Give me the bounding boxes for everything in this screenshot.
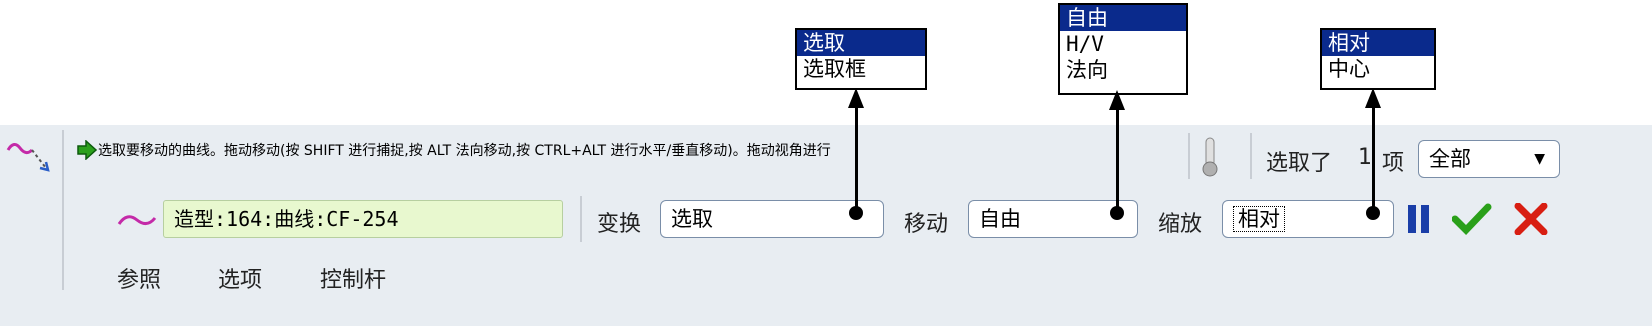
cancel-button[interactable] bbox=[1514, 202, 1548, 239]
callout-dot bbox=[1110, 206, 1124, 220]
selected-label: 选取了 bbox=[1266, 151, 1333, 176]
status-message: 选取要移动的曲线。拖动移动(按 SHIFT 进行捕捉,按 ALT 法向移动,按 … bbox=[98, 143, 831, 159]
transform-label: 变换 bbox=[597, 212, 642, 237]
callout-line bbox=[1116, 108, 1119, 210]
scale-value: 相对 bbox=[1233, 206, 1285, 232]
left-separator bbox=[62, 130, 64, 290]
move-value: 自由 bbox=[979, 207, 1021, 231]
callout-dot bbox=[849, 206, 863, 220]
scale-select[interactable]: 相对 bbox=[1222, 200, 1394, 238]
check-icon bbox=[1451, 203, 1492, 236]
prompt-arrow-icon bbox=[76, 139, 98, 164]
pause-icon bbox=[1408, 205, 1429, 233]
move-dropdown-popup: 自由 H/V 法向 bbox=[1058, 3, 1188, 95]
tab-options[interactable]: 选项 bbox=[218, 262, 262, 294]
reference-collector[interactable]: 造型:164:曲线:CF-254 bbox=[163, 200, 563, 238]
separator bbox=[1188, 133, 1190, 179]
selected-unit: 项 bbox=[1382, 151, 1405, 176]
move-label: 移动 bbox=[904, 212, 949, 237]
filter-select[interactable]: 全部 ▼ bbox=[1418, 140, 1560, 178]
callout-line bbox=[855, 106, 858, 210]
option-normal[interactable]: 法向 bbox=[1060, 57, 1186, 83]
transform-value: 选取 bbox=[671, 207, 713, 231]
curve-edit-icon bbox=[6, 138, 52, 178]
callout-dot bbox=[1366, 206, 1380, 220]
tab-references[interactable]: 参照 bbox=[117, 262, 161, 294]
scale-label: 缩放 bbox=[1158, 212, 1203, 237]
curve-icon bbox=[117, 210, 157, 234]
option-relative[interactable]: 相对 bbox=[1322, 30, 1434, 56]
option-select[interactable]: 选取 bbox=[797, 30, 925, 56]
thermometer-icon bbox=[1200, 136, 1220, 182]
option-center[interactable]: 中心 bbox=[1322, 56, 1434, 82]
callout-line bbox=[1372, 106, 1375, 210]
apply-button[interactable] bbox=[1451, 203, 1492, 239]
option-hv[interactable]: H/V bbox=[1060, 31, 1186, 57]
tab-control-handles[interactable]: 控制杆 bbox=[320, 262, 386, 294]
separator bbox=[1250, 133, 1252, 179]
close-icon bbox=[1514, 202, 1548, 236]
selected-count: 1 bbox=[1358, 145, 1372, 170]
chevron-down-icon: ▼ bbox=[1534, 151, 1545, 167]
callout-arrowhead bbox=[1109, 90, 1125, 110]
transform-select[interactable]: 选取 bbox=[660, 200, 884, 238]
option-free[interactable]: 自由 bbox=[1060, 5, 1186, 31]
transform-dropdown-popup: 选取 选取框 bbox=[795, 28, 927, 90]
separator bbox=[580, 196, 582, 242]
filter-value: 全部 bbox=[1429, 147, 1471, 171]
scale-dropdown-popup: 相对 中心 bbox=[1320, 28, 1436, 90]
pause-button[interactable] bbox=[1406, 203, 1432, 239]
callout-arrowhead bbox=[848, 88, 864, 108]
option-select-box[interactable]: 选取框 bbox=[797, 56, 925, 82]
callout-arrowhead bbox=[1365, 88, 1381, 108]
